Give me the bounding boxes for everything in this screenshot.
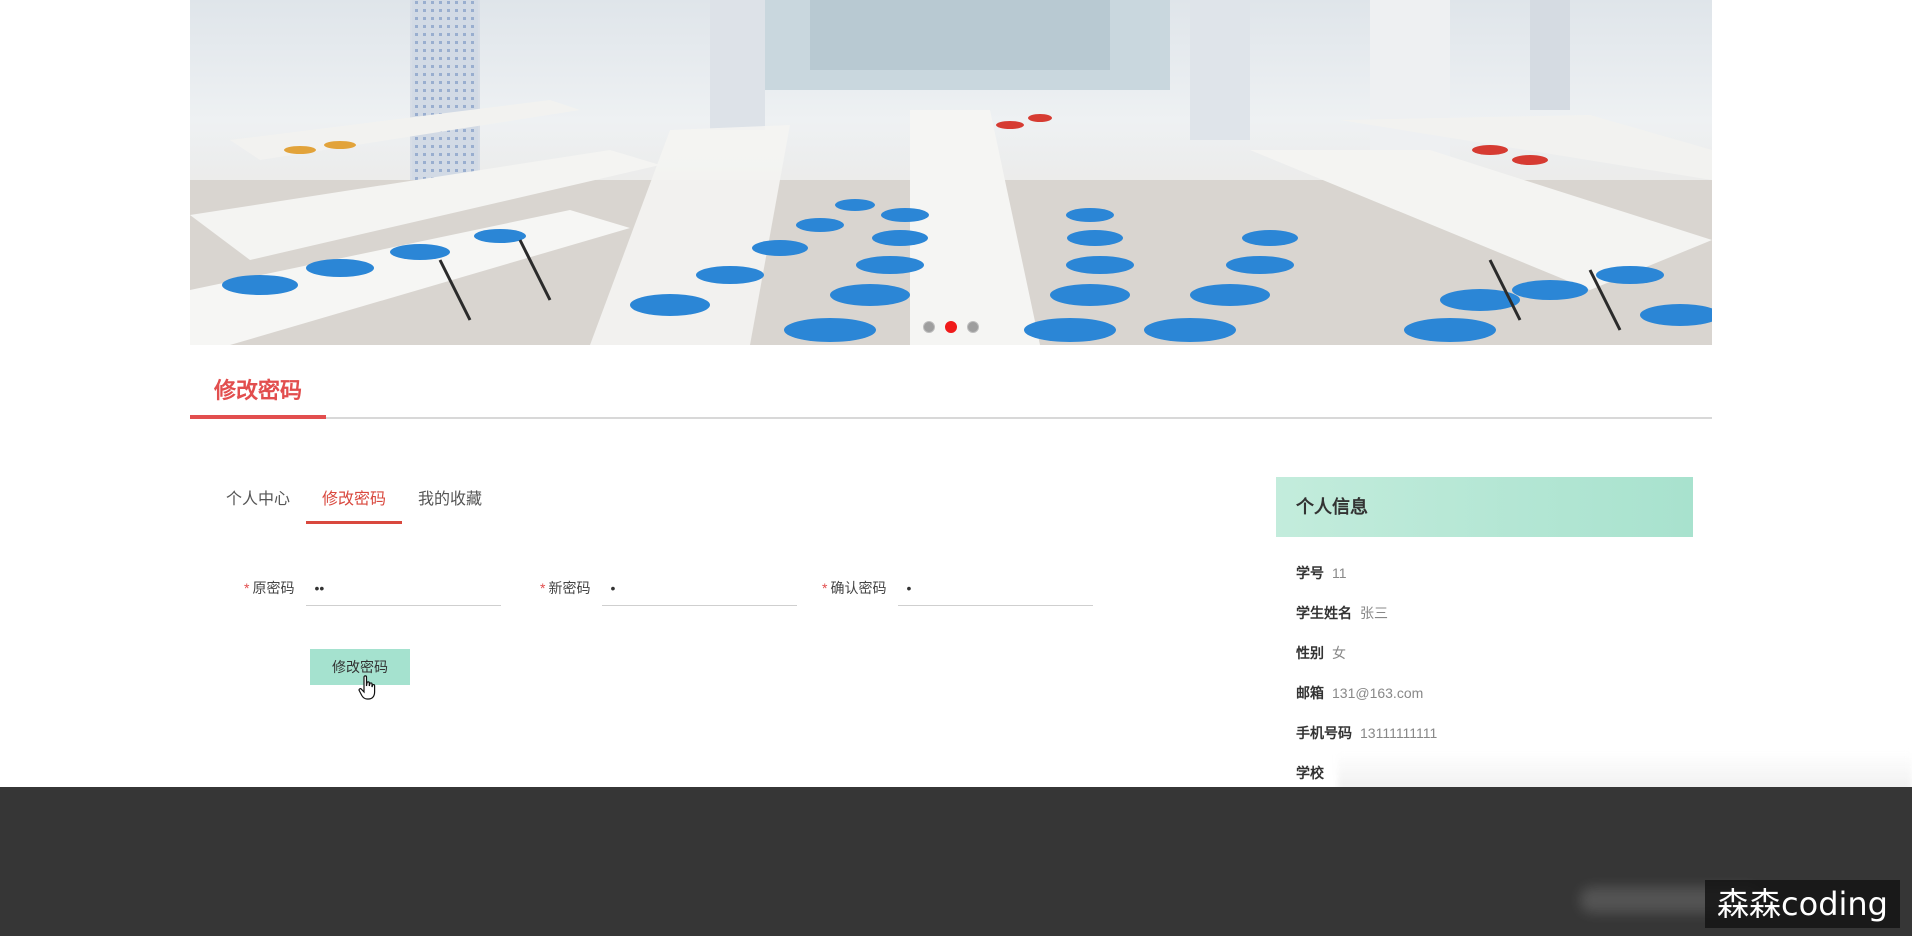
- old-password-label: 原密码: [252, 580, 295, 596]
- personal-info-card: 个人信息 学号 11 学生姓名 张三 性别女 邮箱 131@163.com 手机号码 1…: [1276, 477, 1693, 793]
- canteen-photo: [190, 0, 1712, 345]
- carousel-dot-2[interactable]: [945, 321, 957, 333]
- old-password-field: * 原密码: [244, 568, 502, 608]
- new-password-input[interactable]: [602, 570, 798, 606]
- old-password-input[interactable]: [306, 570, 502, 606]
- confirm-password-label: 确认密码: [830, 580, 887, 596]
- tab-change-password[interactable]: 修改密码: [306, 480, 403, 524]
- user-tabs: 个人中心 修改密码 我的收藏: [210, 480, 498, 524]
- info-item-email: 邮箱 131@163.com: [1296, 685, 1424, 701]
- new-password-label: 新密码: [548, 580, 591, 596]
- confirm-password-field: * 确认密码: [822, 568, 1094, 608]
- required-mark: *: [540, 580, 546, 596]
- banner-carousel[interactable]: [190, 0, 1712, 345]
- required-mark: *: [822, 580, 828, 596]
- info-card-title: 个人信息: [1276, 477, 1693, 537]
- carousel-dots: [190, 321, 1712, 333]
- password-form: *原密码 *新密码 *确认密码: [0, 568, 1200, 608]
- confirm-password-input[interactable]: [898, 570, 1094, 606]
- info-item-student-id: 学号 11: [1296, 565, 1347, 581]
- carousel-dot-1[interactable]: [923, 321, 935, 333]
- section-title-bar: 修改密码: [190, 370, 1712, 419]
- new-password-field: * 新密码: [540, 568, 798, 608]
- page-title: 修改密码: [190, 370, 326, 419]
- page-footer: 森森coding: [0, 787, 1912, 936]
- tab-personal-center[interactable]: 个人中心: [210, 480, 306, 524]
- tab-favorites[interactable]: 我的收藏: [402, 480, 498, 524]
- hand-cursor-icon: [358, 675, 376, 700]
- info-item-gender: 性别女: [1296, 645, 1346, 661]
- required-mark: *: [244, 580, 250, 596]
- carousel-dot-3[interactable]: [967, 321, 979, 333]
- watermark: 森森coding: [1705, 880, 1900, 928]
- info-item-phone: 手机号码 13111111111: [1296, 725, 1438, 741]
- info-item-student-name: 学生姓名 张三: [1296, 605, 1388, 621]
